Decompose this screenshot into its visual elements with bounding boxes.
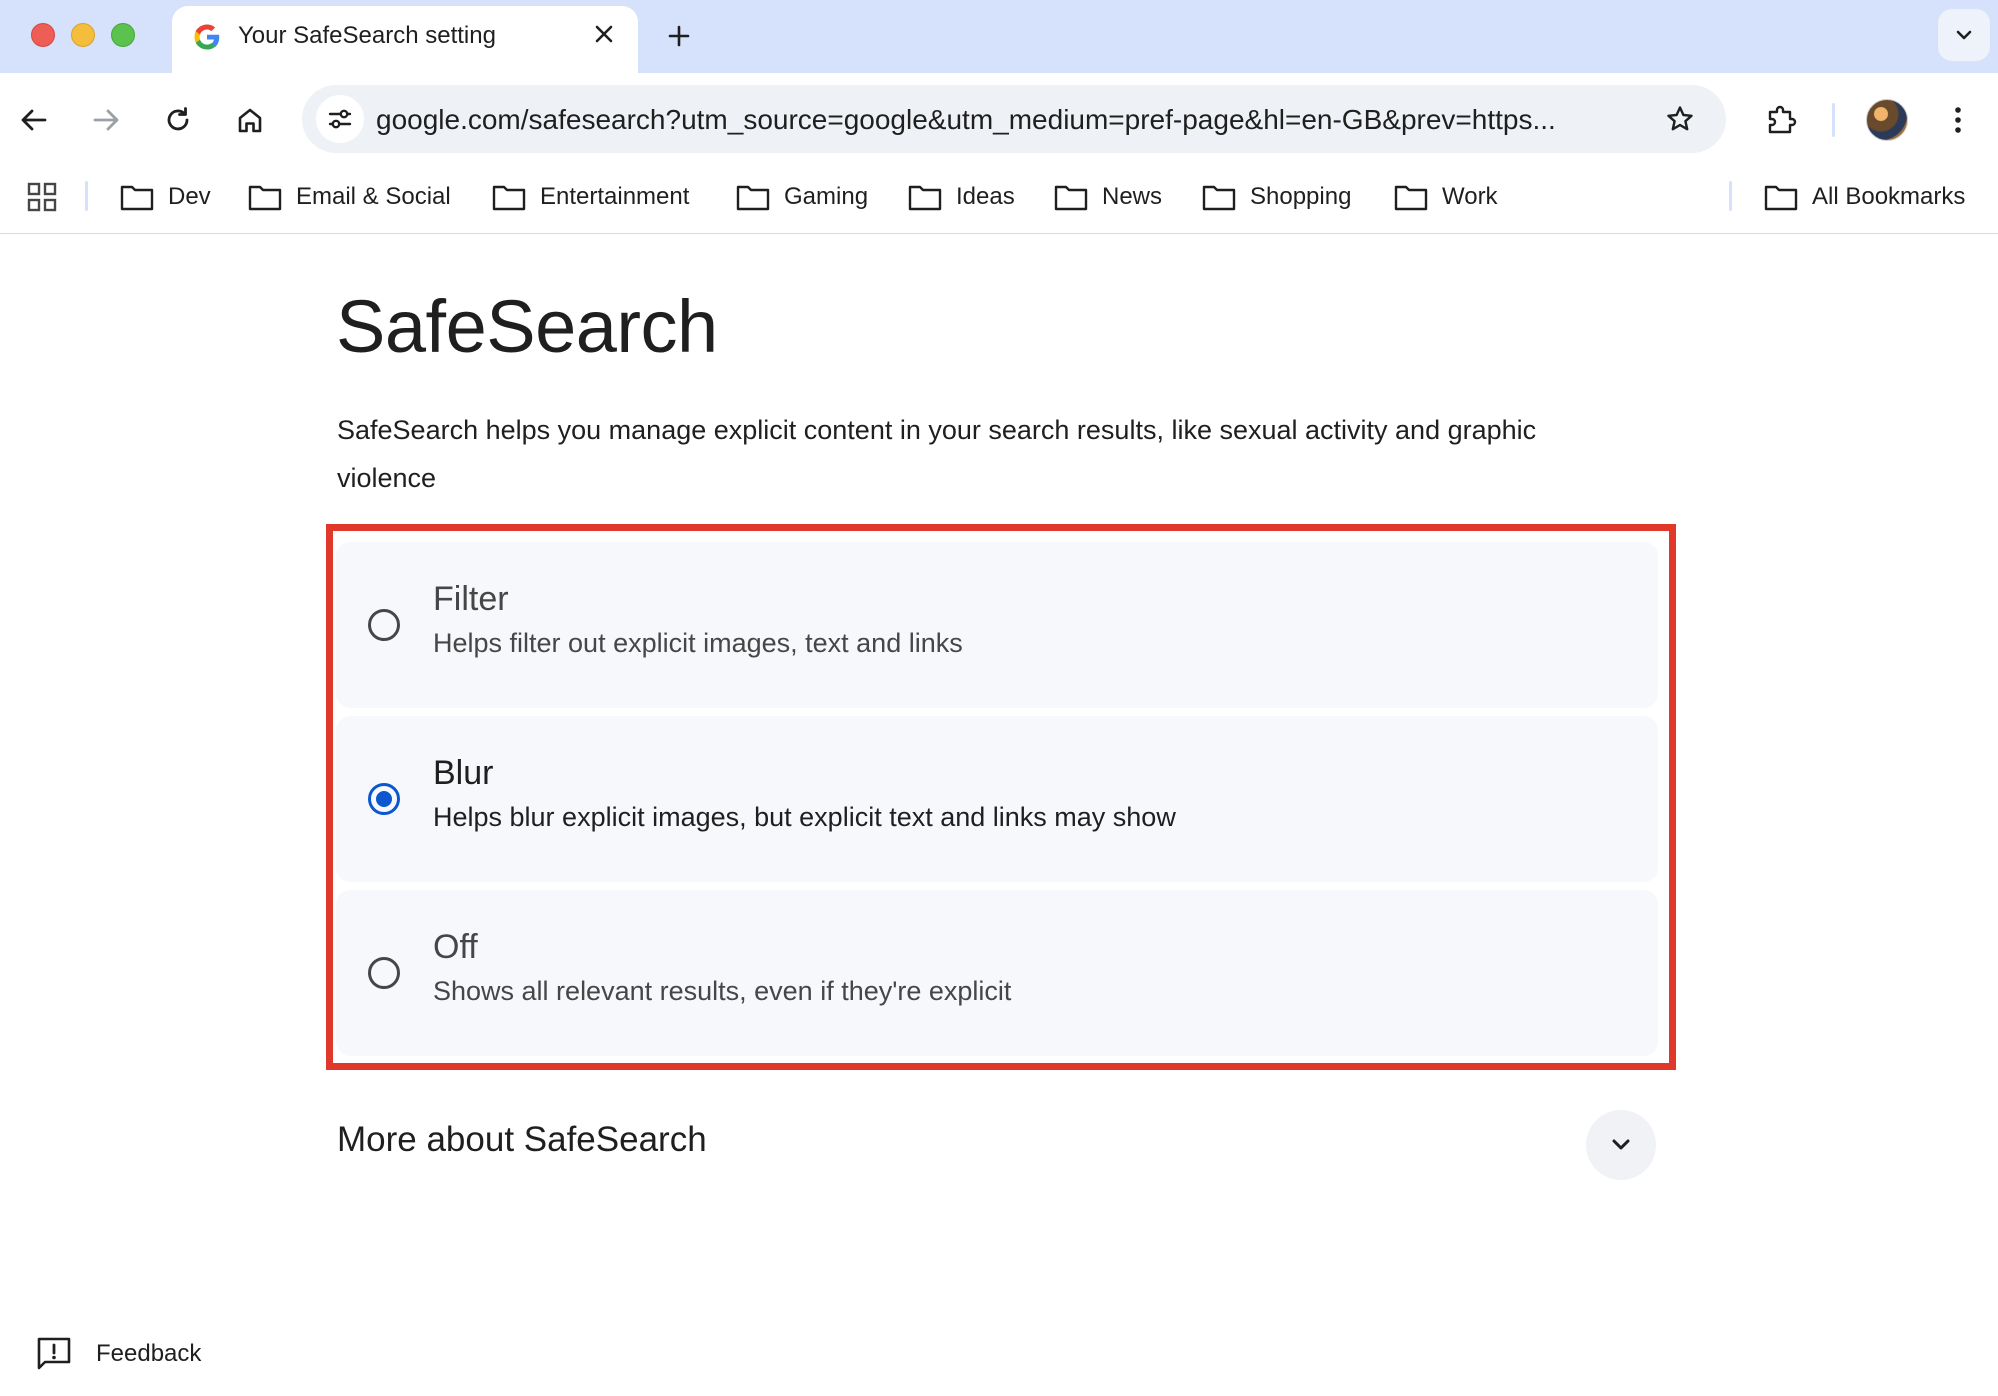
close-tab-button[interactable] — [588, 18, 620, 50]
tab-search-button[interactable] — [1938, 9, 1990, 61]
option-title: Blur — [433, 754, 494, 792]
all-bookmarks-label: All Bookmarks — [1812, 183, 1966, 210]
page-content: SafeSearch SafeSearch helps you manage e… — [0, 234, 1998, 1396]
option-title: Off — [433, 928, 478, 966]
radio-off[interactable] — [368, 957, 400, 989]
toolbar-divider — [1832, 103, 1835, 137]
bookmark-label: Work — [1442, 183, 1498, 210]
tab-strip: Your SafeSearch setting — [0, 0, 1998, 73]
folder-icon — [1202, 185, 1236, 211]
back-button[interactable] — [10, 96, 58, 144]
forward-button[interactable] — [82, 96, 130, 144]
folder-icon — [1054, 185, 1088, 211]
folder-icon — [1394, 185, 1428, 211]
bookmark-folder-news[interactable]: News — [1054, 177, 1162, 217]
folder-icon — [248, 185, 282, 211]
expand-more-button[interactable] — [1586, 1110, 1656, 1180]
more-vert-icon — [1955, 107, 1961, 133]
bookmark-label: Ideas — [956, 183, 1015, 210]
all-bookmarks-button[interactable]: All Bookmarks — [1764, 177, 1965, 217]
option-title: Filter — [433, 580, 509, 618]
extensions-button[interactable] — [1758, 96, 1806, 144]
bookmark-label: Email & Social — [296, 183, 451, 210]
option-description: Helps blur explicit images, but explicit… — [433, 802, 1176, 832]
apps-grid-icon — [27, 182, 57, 212]
active-tab[interactable]: Your SafeSearch setting — [172, 6, 638, 73]
puzzle-icon — [1768, 105, 1797, 134]
safesearch-options: Filter Helps filter out explicit images,… — [336, 542, 1658, 1064]
option-blur[interactable]: Blur Helps blur explicit images, but exp… — [336, 716, 1658, 882]
chrome-menu-button[interactable] — [1934, 96, 1982, 144]
folder-icon — [120, 185, 154, 211]
new-tab-button[interactable] — [659, 16, 699, 56]
bookmark-folder-shopping[interactable]: Shopping — [1202, 177, 1351, 217]
bookmark-label: Shopping — [1250, 183, 1352, 210]
bookmarks-divider — [85, 181, 88, 211]
bookmarks-bar: Dev Email & Social Entertainment Gaming … — [0, 167, 1998, 234]
page-title: SafeSearch — [336, 285, 718, 368]
plus-icon — [668, 25, 690, 47]
feedback-icon — [37, 1337, 71, 1370]
close-icon — [595, 25, 613, 43]
option-off[interactable]: Off Shows all relevant results, even if … — [336, 890, 1658, 1056]
tab-title: Your SafeSearch setting — [238, 22, 496, 49]
bookmark-folder-email-social[interactable]: Email & Social — [248, 177, 451, 217]
bookmark-label: Gaming — [784, 183, 869, 210]
maximize-window-button[interactable] — [111, 23, 135, 47]
reload-button[interactable] — [154, 96, 202, 144]
browser-toolbar: google.com/safesearch?utm_source=google&… — [0, 73, 1998, 167]
option-description: Helps filter out explicit images, text a… — [433, 628, 963, 658]
home-button[interactable] — [226, 96, 274, 144]
bookmark-folder-work[interactable]: Work — [1394, 177, 1498, 217]
option-filter[interactable]: Filter Helps filter out explicit images,… — [336, 542, 1658, 708]
bookmark-folder-dev[interactable]: Dev — [120, 177, 211, 217]
feedback-button[interactable]: Feedback — [36, 1336, 201, 1372]
more-about-heading: More about SafeSearch — [337, 1120, 707, 1159]
chevron-down-icon — [1956, 30, 1972, 40]
chevron-down-icon — [1612, 1139, 1630, 1150]
url-text[interactable]: google.com/safesearch?utm_source=google&… — [376, 104, 1638, 136]
arrow-right-icon — [93, 109, 119, 131]
folder-icon — [908, 185, 942, 211]
tune-icon — [328, 109, 352, 129]
folder-icon — [736, 185, 770, 211]
star-icon — [1667, 106, 1693, 131]
bookmark-label: Entertainment — [540, 183, 690, 210]
bookmarks-divider — [1729, 181, 1732, 211]
option-description: Shows all relevant results, even if they… — [433, 976, 1012, 1006]
home-icon — [238, 108, 262, 133]
google-favicon-icon — [194, 24, 220, 50]
bookmark-folder-ideas[interactable]: Ideas — [908, 177, 1015, 217]
reload-icon — [167, 107, 189, 131]
minimize-window-button[interactable] — [71, 23, 95, 47]
bookmark-folder-gaming[interactable]: Gaming — [736, 177, 868, 217]
profile-avatar[interactable] — [1866, 99, 1908, 141]
radio-blur[interactable] — [368, 783, 400, 815]
apps-button[interactable] — [24, 179, 60, 215]
folder-icon — [1764, 185, 1798, 211]
bookmark-label: News — [1102, 183, 1163, 210]
folder-icon — [492, 185, 526, 211]
bookmark-folder-entertainment[interactable]: Entertainment — [492, 177, 689, 217]
bookmark-label: Dev — [168, 183, 211, 210]
bookmark-star-button[interactable] — [1658, 97, 1702, 141]
close-window-button[interactable] — [31, 23, 55, 47]
radio-filter[interactable] — [368, 609, 400, 641]
site-info-button[interactable] — [316, 95, 364, 143]
page-description: SafeSearch helps you manage explicit con… — [337, 415, 1537, 493]
address-bar[interactable]: google.com/safesearch?utm_source=google&… — [302, 85, 1726, 153]
arrow-left-icon — [21, 109, 47, 131]
feedback-label: Feedback — [96, 1340, 202, 1367]
